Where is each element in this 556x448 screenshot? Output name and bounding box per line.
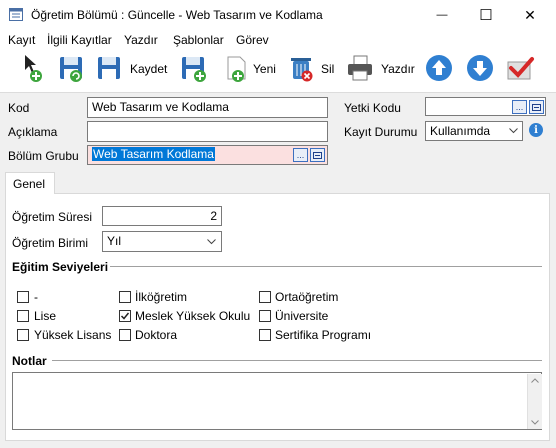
delete-trash-icon[interactable] [287, 52, 317, 84]
bolum-grubu-selected-text: Web Tasarım Kodlama [92, 147, 215, 161]
bolum-grubu-input[interactable]: Web Tasarım Kodlama [87, 145, 328, 165]
level-checkbox-universite[interactable] [259, 310, 271, 322]
notlar-divider [52, 360, 542, 361]
level-checkbox-ortaogretim[interactable] [259, 291, 271, 303]
menu-yazdir[interactable]: Yazdır [124, 33, 158, 47]
level-label-ilkogretim: İlköğretim [135, 290, 188, 304]
yetki-kodu-input[interactable] [425, 97, 546, 116]
ogretim-birimi-select[interactable]: Yıl [102, 231, 222, 252]
minimize-button[interactable]: — [420, 0, 464, 30]
level-checkbox-doktora[interactable] [119, 329, 131, 341]
move-down-arrow-icon[interactable] [465, 52, 495, 84]
menu-kayit[interactable]: Kayıt [8, 33, 35, 47]
move-up-arrow-icon[interactable] [424, 52, 454, 84]
kod-label: Kod [8, 101, 30, 115]
ogretim-suresi-input[interactable]: 2 [102, 206, 222, 226]
egitim-seviyeleri-divider [110, 266, 542, 267]
checkmark-icon [120, 312, 130, 320]
level-label-meslek-yuksek-okulu: Meslek Yüksek Okulu [135, 309, 251, 323]
print-button-label[interactable]: Yazdır [381, 62, 415, 76]
level-label-yuksek-lisans: Yüksek Lisans [34, 328, 112, 342]
minimize-icon: — [436, 9, 448, 21]
kayit-durumu-label: Kayıt Durumu [344, 125, 418, 139]
level-checkbox-yuksek-lisans[interactable] [17, 329, 29, 341]
notlar-heading: Notlar [12, 354, 47, 368]
level-label-doktora: Doktora [135, 328, 178, 342]
notlar-scrollbar[interactable] [527, 374, 542, 429]
close-button[interactable]: ✕ [508, 0, 552, 30]
level-label-universite: Üniversite [275, 309, 329, 323]
tab-genel[interactable]: Genel [5, 172, 55, 194]
maximize-button[interactable]: ☐ [464, 0, 508, 30]
select-new-icon[interactable] [20, 52, 50, 84]
kayit-durumu-value: Kullanımda [430, 124, 491, 138]
card-icon [313, 151, 322, 159]
save-icon[interactable] [95, 52, 125, 84]
ogretim-birimi-label: Öğretim Birimi [12, 236, 89, 250]
level-label-sertifika-programi: Sertifika Programı [275, 328, 372, 342]
kod-input[interactable]: Web Tasarım ve Kodlama [87, 97, 328, 118]
scroll-up-icon[interactable] [531, 378, 539, 383]
save-button-label[interactable]: Kaydet [130, 62, 167, 76]
egitim-seviyeleri-heading: Eğitim Seviyeleri [12, 260, 109, 274]
bolum-grubu-label: Bölüm Grubu [8, 149, 79, 163]
approve-check-icon[interactable] [505, 52, 535, 84]
save-refresh-icon[interactable] [56, 52, 86, 84]
window-title: Öğretim Bölümü : Güncelle - Web Tasarım … [31, 8, 323, 22]
level-checkbox-lise[interactable] [17, 310, 29, 322]
scroll-down-icon[interactable] [531, 420, 539, 425]
level-label-ortaogretim: Ortaöğretim [275, 290, 339, 304]
bolum-grubu-lookup-button[interactable]: ... [293, 148, 308, 162]
aciklama-label: Açıklama [8, 125, 58, 139]
bolum-grubu-card-button[interactable] [310, 148, 325, 162]
level-checkbox-ilkogretim[interactable] [119, 291, 131, 303]
ogretim-birimi-value: Yıl [107, 234, 122, 248]
notlar-textarea[interactable] [12, 372, 542, 430]
aciklama-input[interactable] [87, 121, 328, 142]
level-label-dash: - [34, 290, 38, 304]
delete-button-label[interactable]: Sil [321, 62, 334, 76]
card-icon [532, 103, 541, 111]
level-checkbox-sertifika-programi[interactable] [259, 329, 271, 341]
info-icon[interactable]: i [529, 123, 543, 137]
menu-gorev[interactable]: Görev [236, 33, 269, 47]
ogretim-suresi-label: Öğretim Süresi [12, 210, 93, 224]
level-checkbox-meslek-yuksek-okulu[interactable] [119, 310, 131, 322]
level-checkbox-dash[interactable] [17, 291, 29, 303]
menu-sablonlar[interactable]: Şablonlar [173, 33, 224, 47]
tab-genel-label: Genel [13, 177, 46, 191]
new-button-label[interactable]: Yeni [253, 62, 276, 76]
kayit-durumu-select[interactable]: Kullanımda [425, 121, 523, 141]
yetki-kodu-card-button[interactable] [529, 100, 544, 114]
chevron-down-icon [207, 239, 216, 245]
chevron-down-icon [509, 128, 518, 134]
maximize-icon: ☐ [479, 7, 493, 24]
menu-ilgili-kayitlar[interactable]: İlgili Kayıtlar [47, 33, 112, 47]
yetki-kodu-lookup-button[interactable]: ... [512, 100, 527, 114]
new-document-icon[interactable] [222, 52, 252, 84]
window-app-icon [9, 8, 23, 21]
yetki-kodu-label: Yetki Kodu [344, 101, 401, 115]
printer-icon[interactable] [345, 52, 375, 84]
level-label-lise: Lise [34, 309, 57, 323]
save-new-icon[interactable] [179, 52, 209, 84]
close-icon: ✕ [524, 6, 536, 23]
